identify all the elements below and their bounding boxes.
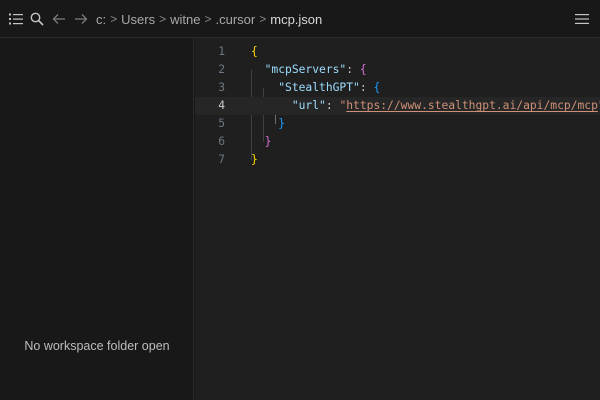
breadcrumb-separator: > [159, 12, 167, 26]
url-link[interactable]: https://www.stealthgpt.ai/api/mcp/mcp [346, 99, 598, 112]
more-icon[interactable] [574, 11, 590, 27]
search-icon[interactable] [29, 11, 45, 27]
code-text: "url": "https://www.stealthgpt.ai/api/mc… [251, 97, 600, 115]
code-text: } [251, 133, 272, 151]
breadcrumb-separator: > [110, 12, 118, 26]
app-window: c: > Users > witne > .cursor > mcp.json … [0, 0, 600, 400]
code-editor[interactable]: 1 { 2 "mcpServers": { 3 "StealthGPT": { … [195, 38, 600, 400]
line-number: 2 [218, 63, 225, 76]
line-number: 7 [218, 153, 225, 166]
line-number: 3 [218, 81, 225, 94]
brace-open: { [359, 63, 367, 76]
breadcrumb-file[interactable]: mcp.json [270, 12, 322, 27]
code-line: 1 { [195, 43, 600, 61]
colon: : [325, 99, 340, 112]
brace-open: { [251, 45, 258, 58]
json-key: "StealthGPT" [278, 81, 360, 94]
brace-open: { [373, 81, 381, 94]
code-text: } [251, 115, 285, 133]
outline-list-icon[interactable] [8, 11, 24, 27]
code-line: 7 } [195, 151, 600, 169]
code-line: 6 } [195, 133, 600, 151]
code-text: { [251, 43, 258, 61]
colon: : [346, 63, 360, 76]
breadcrumb: c: > Users > witne > .cursor > mcp.json [96, 0, 322, 38]
code-line: 3 "StealthGPT": { [195, 79, 600, 97]
back-arrow-icon[interactable] [51, 11, 67, 27]
line-number: 1 [218, 45, 225, 58]
line-number: 5 [218, 117, 225, 130]
colon: : [359, 81, 374, 94]
brace-close: } [278, 117, 286, 130]
code-text: "StealthGPT": { [251, 79, 380, 97]
breadcrumb-separator: > [204, 12, 212, 26]
forward-arrow-icon[interactable] [73, 11, 89, 27]
brace-close: } [264, 135, 272, 148]
top-bar: c: > Users > witne > .cursor > mcp.json [0, 0, 600, 38]
code-line: 2 "mcpServers": { [195, 61, 600, 79]
json-key: "mcpServers" [264, 63, 347, 76]
no-workspace-message: No workspace folder open [24, 339, 170, 353]
brace-close: } [251, 153, 258, 166]
code-text: } [251, 151, 258, 169]
code-line: 5 } [195, 115, 600, 133]
line-number: 4 [218, 99, 225, 112]
code-text: "mcpServers": { [251, 61, 367, 79]
code-line-active: 4 "url": "https://www.stealthgpt.ai/api/… [195, 97, 600, 115]
json-key: "url" [291, 99, 326, 112]
breadcrumb-user-folder[interactable]: witne [170, 12, 200, 27]
breadcrumb-users[interactable]: Users [121, 12, 155, 27]
breadcrumb-cursor-folder[interactable]: .cursor [215, 12, 255, 27]
line-number: 6 [218, 135, 225, 148]
explorer-sidebar: No workspace folder open [0, 38, 194, 400]
breadcrumb-separator: > [259, 12, 267, 26]
breadcrumb-drive[interactable]: c: [96, 12, 106, 27]
